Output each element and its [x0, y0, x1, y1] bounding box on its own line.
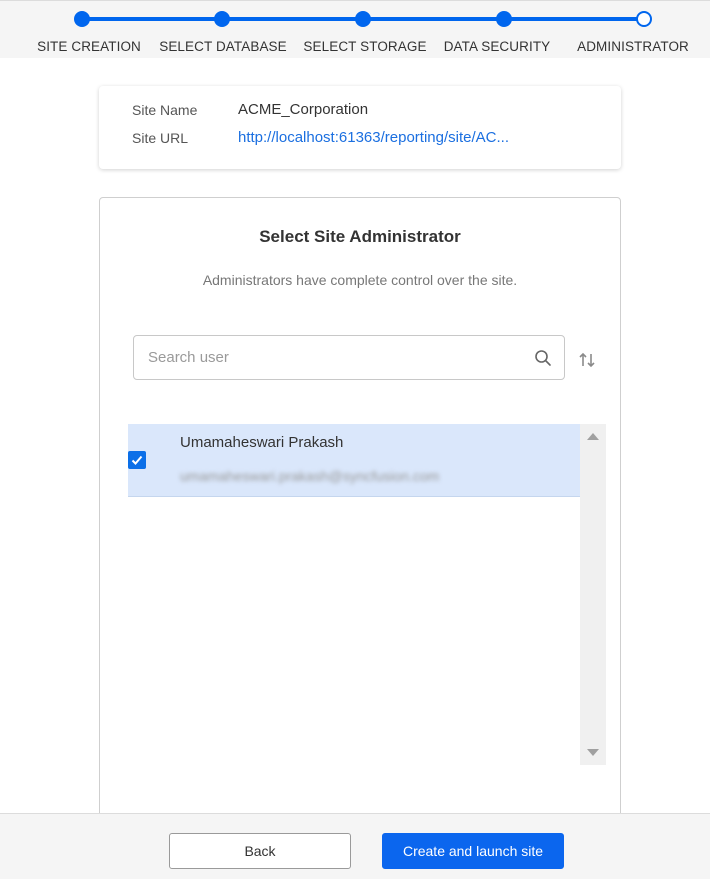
user-name: Umamaheswari Prakash: [180, 434, 344, 451]
back-button[interactable]: Back: [169, 833, 351, 869]
step-label-site-creation: SITE CREATION: [37, 39, 141, 54]
user-email: umamaheswari.prakash@syncfusion.com: [180, 468, 440, 484]
step-label-select-database: SELECT DATABASE: [159, 39, 287, 54]
progress-stepper: SITE CREATION SELECT DATABASE SELECT STO…: [0, 0, 710, 58]
panel-subtitle: Administrators have complete control ove…: [202, 272, 518, 288]
step-label-administrator: ADMINISTRATOR: [577, 39, 689, 54]
sort-icon[interactable]: [577, 350, 597, 370]
user-list: Umamaheswari Prakash umamaheswari.prakas…: [128, 424, 606, 765]
step-dot-administrator: [636, 11, 652, 27]
list-scrollbar[interactable]: [580, 424, 606, 765]
site-url-link[interactable]: http://localhost:61363/reporting/site/AC…: [238, 129, 509, 146]
footer-bar: Back Create and launch site: [0, 813, 710, 879]
panel-title: Select Site Administrator: [259, 227, 461, 246]
site-info-card: Site Name ACME_Corporation Site URL http…: [99, 86, 621, 169]
site-name-label: Site Name: [132, 102, 198, 118]
step-label-select-storage: SELECT STORAGE: [303, 39, 427, 54]
step-dot-data-security: [496, 11, 512, 27]
site-name-value: ACME_Corporation: [238, 101, 369, 118]
step-dot-site-creation: [74, 11, 90, 27]
check-icon: [131, 455, 143, 465]
step-dot-select-storage: [355, 11, 371, 27]
create-and-launch-button[interactable]: Create and launch site: [382, 833, 564, 869]
user-row[interactable]: Umamaheswari Prakash umamaheswari.prakas…: [128, 424, 580, 497]
scroll-down-arrow-icon[interactable]: [587, 749, 599, 756]
search-box: [133, 335, 565, 380]
admin-selection-panel: Select Site Administrator Administrators…: [99, 197, 621, 837]
site-url-label: Site URL: [132, 130, 189, 146]
step-dot-select-database: [214, 11, 230, 27]
search-input[interactable]: [148, 336, 528, 379]
user-checkbox[interactable]: [128, 451, 146, 469]
step-label-data-security: DATA SECURITY: [443, 39, 551, 54]
search-icon[interactable]: [534, 349, 552, 367]
scroll-up-arrow-icon[interactable]: [587, 433, 599, 440]
